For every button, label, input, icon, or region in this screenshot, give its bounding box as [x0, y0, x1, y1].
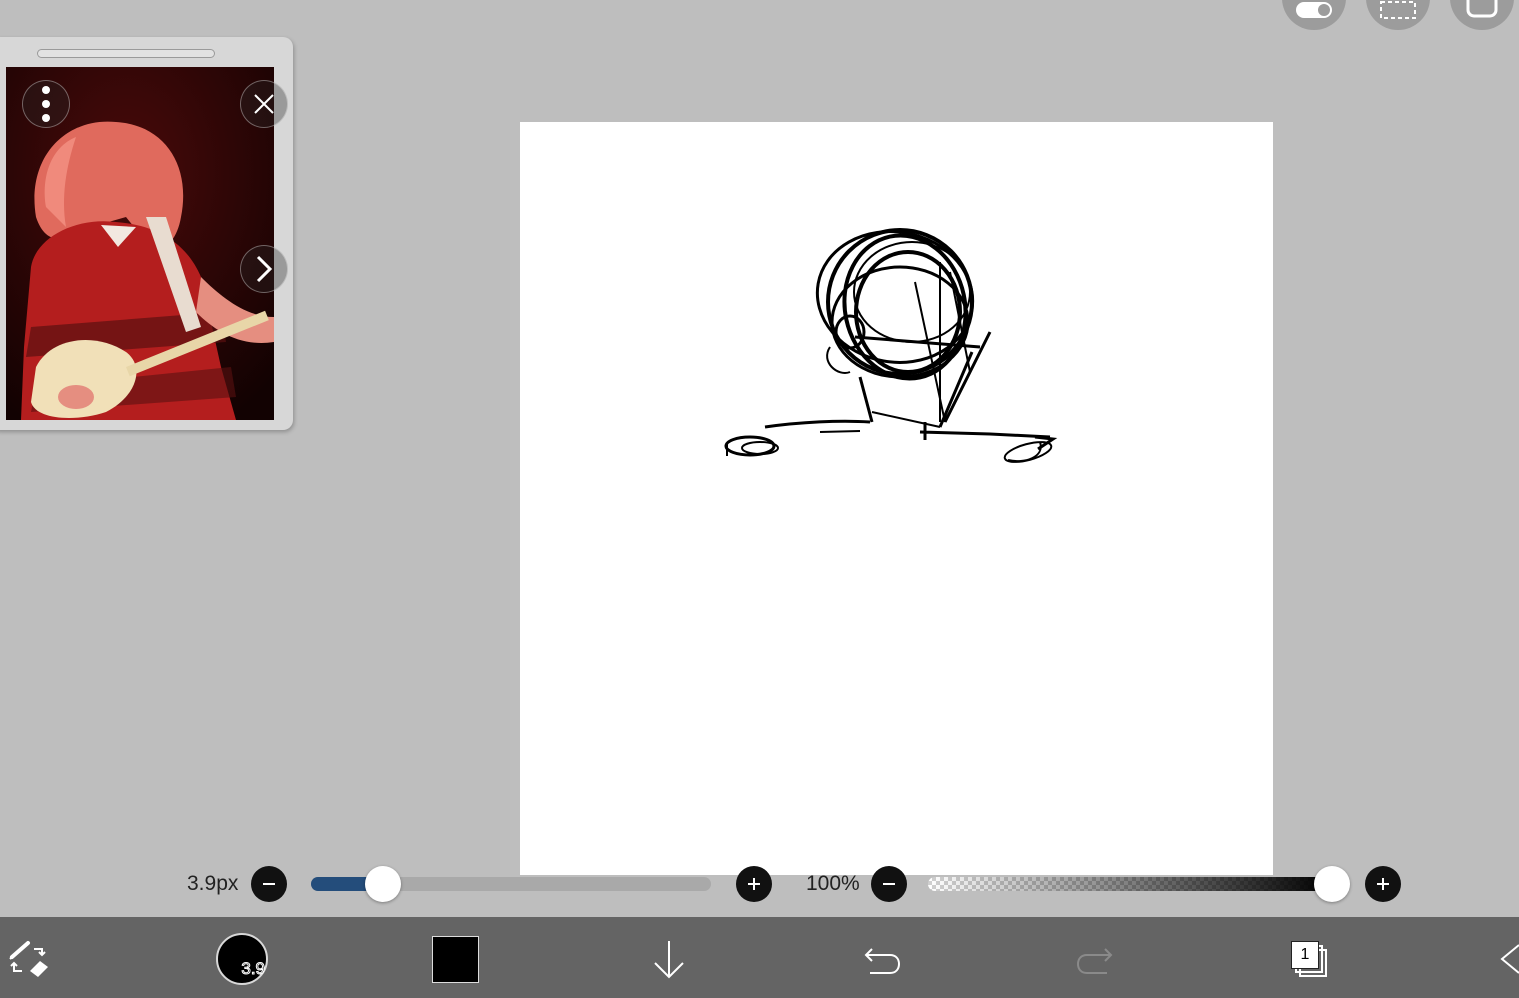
opacity-value: 100% [806, 872, 860, 895]
fullscreen-button[interactable] [1450, 0, 1514, 30]
brush-settings-button[interactable]: 3.9 [216, 933, 268, 985]
redo-icon [1076, 948, 1113, 974]
reference-menu-button[interactable] [22, 80, 70, 128]
layer-count: 1 [1291, 941, 1319, 969]
reference-close-button[interactable] [240, 80, 288, 128]
toggle-button[interactable] [1282, 0, 1346, 30]
bottom-toolbar: 3.9 1 [0, 917, 1519, 998]
plus-icon [1377, 878, 1389, 890]
selection-button[interactable] [1366, 0, 1430, 30]
brush-eraser-swap-icon [9, 941, 48, 977]
brush-size-value: 3.9px [187, 872, 239, 895]
opacity-increase-button[interactable] [1365, 866, 1401, 902]
brush-size-slider[interactable] [311, 866, 711, 902]
brush-size-badge: 3.9 [241, 959, 266, 979]
sketch-strokes [724, 228, 1058, 463]
tool-switch-button[interactable] [6, 937, 54, 981]
close-icon [254, 94, 274, 114]
drawing-canvas[interactable] [520, 122, 1273, 875]
layers-button[interactable]: 1 [1286, 937, 1330, 981]
color-picker-button[interactable] [432, 936, 479, 983]
more-vertical-icon [42, 86, 50, 122]
brush-size-slider-thumb[interactable] [365, 866, 401, 902]
download-button[interactable] [648, 935, 690, 983]
undo-icon [864, 948, 901, 974]
paint-app: 3.9px 100% 3.9 1 [0, 0, 1519, 998]
reference-panel-drag-handle[interactable] [37, 49, 215, 58]
reference-next-button[interactable] [240, 245, 288, 293]
brush-size-decrease-button[interactable] [251, 866, 287, 902]
brush-size-increase-button[interactable] [736, 866, 772, 902]
toggle-icon [1296, 2, 1332, 18]
minus-icon [263, 883, 275, 885]
plus-icon [748, 878, 760, 890]
opacity-slider[interactable] [928, 866, 1350, 902]
chevron-left-icon [1500, 944, 1519, 974]
collapse-toolbar-button[interactable] [1496, 937, 1519, 981]
opacity-slider-thumb[interactable] [1314, 866, 1350, 902]
minus-icon [883, 883, 895, 885]
selection-icon [1380, 1, 1416, 19]
opacity-decrease-button[interactable] [871, 866, 907, 902]
chevron-right-icon [256, 255, 273, 283]
undo-button[interactable] [860, 937, 904, 981]
fullscreen-icon [1466, 0, 1498, 18]
reference-panel[interactable] [0, 37, 293, 430]
arrow-down-icon [654, 941, 684, 979]
redo-button[interactable] [1073, 937, 1117, 981]
